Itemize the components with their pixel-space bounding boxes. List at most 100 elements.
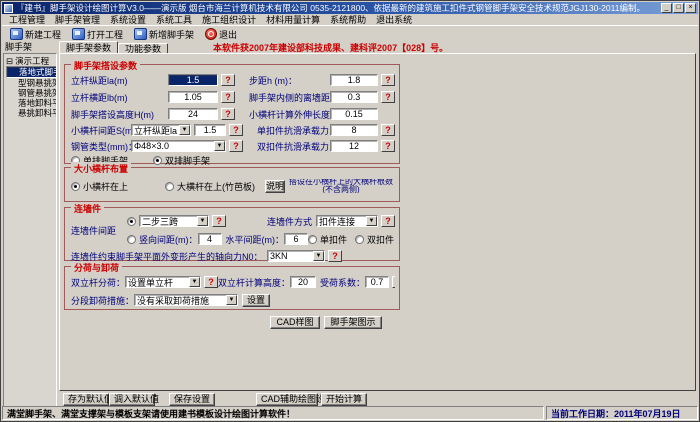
group-bar-arrangement: 大小横杆布置 小横杆在上 大横杆在上(竹芭板) 说明 搭设在小横杆上的大横杆根数… xyxy=(64,162,400,202)
big-bar-count-line2: (不含两侧) xyxy=(322,185,360,194)
step-input[interactable] xyxy=(330,74,378,86)
calc-height-input[interactable] xyxy=(290,276,317,288)
big-bar-top-radio[interactable] xyxy=(165,181,174,191)
new-project-button[interactable]: 新建工程 xyxy=(6,27,65,42)
tie-mode-help-button[interactable]: ? xyxy=(212,215,226,227)
single-clamp-input[interactable] xyxy=(330,124,378,136)
cad-assist-button[interactable]: CAD辅助绘图设计 xyxy=(256,393,334,406)
chevron-down-icon[interactable]: ▼ xyxy=(366,216,377,226)
unload-measure-select[interactable]: 没有采取卸荷措施 ▼ xyxy=(134,294,239,306)
add-scaffold-label: 新增脚手架 xyxy=(149,29,195,40)
double-row-radio[interactable] xyxy=(153,155,162,165)
group-unload-title: 分荷与卸荷 xyxy=(71,261,123,274)
unload-set-button[interactable]: 设置 xyxy=(242,293,271,307)
pipe-type-help-button[interactable]: ? xyxy=(229,140,243,152)
chevron-down-icon[interactable]: ▼ xyxy=(197,216,208,226)
exit-button[interactable]: 退出 xyxy=(201,27,241,42)
scaffold-diagram-button[interactable]: 脚手架图示 xyxy=(324,316,382,329)
tree-item-steel-cantilever[interactable]: 型钢悬挑架 xyxy=(6,78,56,88)
step-help-button[interactable]: ? xyxy=(381,74,395,86)
double-clamp-input[interactable] xyxy=(330,140,378,152)
load-factor-input[interactable] xyxy=(365,276,390,288)
open-project-button[interactable]: 打开工程 xyxy=(68,27,127,42)
exit-icon xyxy=(205,28,218,40)
tree-item-pipe-cantilever[interactable]: 钢管悬挑架 xyxy=(6,88,56,98)
axial-force-help-button[interactable]: ? xyxy=(328,250,342,262)
small-bar-help-button[interactable]: ? xyxy=(229,124,243,136)
tree-item-floor-scaffold[interactable]: 落地式脚手架 xyxy=(6,66,56,78)
double-pole-share-select[interactable]: 设置单立杆 ▼ xyxy=(125,276,202,288)
save-default-button[interactable]: 存为默认值 xyxy=(63,393,113,406)
pipe-type-select[interactable]: Φ48×3.0 ▼ xyxy=(131,140,226,152)
group-unload: 分荷与卸荷 双立杆分荷： 设置单立杆 ▼ ? 双立杆计算高度： 受荷系数： ? … xyxy=(64,261,400,310)
a1-label: 小横杆计算外伸长度a1(m)： xyxy=(249,109,330,120)
wall-distance-help-button[interactable]: ? xyxy=(381,91,395,103)
new-project-label: 新建工程 xyxy=(25,29,62,40)
explain-button[interactable]: 说明 xyxy=(265,179,286,193)
tie-mode-value: 二步三跨 xyxy=(142,216,179,227)
tree-item-floor-platform[interactable]: 落地卸料平台 xyxy=(6,98,56,108)
add-scaffold-icon xyxy=(134,28,148,40)
height-label: 脚手架搭设高度H(m) xyxy=(71,109,154,120)
chevron-down-icon[interactable]: ▼ xyxy=(313,251,324,261)
save-settings-button[interactable]: 保存设置 xyxy=(169,393,215,406)
double-row-label: 双排脚手架 xyxy=(165,155,211,166)
chevron-down-icon[interactable]: ▼ xyxy=(226,295,238,305)
la-input[interactable] xyxy=(168,74,218,86)
tie-mode-select[interactable]: 二步三跨 ▼ xyxy=(139,215,209,227)
horizontal-spacing-input[interactable] xyxy=(284,233,308,245)
open-project-icon xyxy=(72,28,86,40)
small-bar-top-label: 小横杆在上 xyxy=(83,181,129,192)
tree-expand-icon[interactable]: ⊟ xyxy=(6,56,13,67)
tie-method-select[interactable]: 扣件连接 ▼ xyxy=(316,215,378,227)
open-project-label: 打开工程 xyxy=(87,29,124,40)
chevron-down-icon[interactable]: ▼ xyxy=(189,277,201,287)
minimize-button[interactable]: _ xyxy=(661,3,672,13)
small-bar-spacing-select[interactable]: 立杆纵距la ▼ xyxy=(131,124,191,136)
step-label: 步距h (m)： xyxy=(249,75,297,86)
double-clamp-radio[interactable] xyxy=(355,234,365,244)
wall-distance-input[interactable] xyxy=(330,91,378,103)
tree-root[interactable]: ⊟ 演示工程 xyxy=(6,56,56,67)
big-bar-count-label: 搭设在小横杆上的大横杆根数 (不含两侧) xyxy=(289,179,393,193)
load-factor-label: 受荷系数： xyxy=(320,277,366,288)
chevron-down-icon[interactable]: ▼ xyxy=(214,141,225,151)
vertical-spacing-input[interactable] xyxy=(197,233,222,245)
new-project-icon xyxy=(10,28,23,40)
height-help-button[interactable]: ? xyxy=(221,108,235,120)
group-wall-title: 连墙件 xyxy=(71,202,105,215)
load-factor-help-button[interactable]: ? xyxy=(392,276,395,288)
close-button[interactable]: × xyxy=(685,3,696,13)
small-bar-spacing-input[interactable] xyxy=(194,124,226,136)
group-wall-tie: 连墙件 连墙件间距 二步三跨 ▼ ? 连墙件方式 扣件连接 ▼ ? 竖向间距(m… xyxy=(64,202,400,262)
big-bar-top-label: 大横杆在上(竹芭板) xyxy=(177,181,255,192)
double-clamp-help-button[interactable]: ? xyxy=(381,140,395,152)
single-clamp-option-label: 单扣件 xyxy=(320,234,348,245)
pipe-type-value: Φ48×3.0 xyxy=(134,141,169,151)
cad-sample-button[interactable]: CAD样图 xyxy=(270,316,320,329)
small-bar-top-radio[interactable] xyxy=(71,181,80,191)
single-clamp-radio[interactable] xyxy=(308,234,317,244)
project-tree: ⊟ 演示工程 落地式脚手架 型钢悬挑架 钢管悬挑架 落地卸料平台 悬挑卸料平台 xyxy=(3,53,57,407)
tie-custom-radio[interactable] xyxy=(127,234,136,244)
start-calc-button[interactable]: 开始计算 xyxy=(321,393,367,406)
la-help-button[interactable]: ? xyxy=(221,74,235,86)
group-setup-params: 脚手架搭设参数 立杆纵距la(m) ? 步距h (m)： ? 立杆横距lb(m)… xyxy=(64,59,400,166)
load-default-button[interactable]: 调入默认值 xyxy=(109,393,159,406)
a1-input[interactable] xyxy=(330,108,378,120)
lb-label: 立杆横距lb(m) xyxy=(71,92,128,103)
axial-force-select[interactable]: 3KN ▼ xyxy=(267,250,325,262)
single-clamp-help-button[interactable]: ? xyxy=(381,124,395,136)
height-input[interactable] xyxy=(168,108,218,120)
lb-input[interactable] xyxy=(168,91,218,103)
tie-method-help-button[interactable]: ? xyxy=(381,215,395,227)
lb-help-button[interactable]: ? xyxy=(221,91,235,103)
tree-item-cantilever-platform[interactable]: 悬挑卸料平台 xyxy=(6,108,56,118)
tie-mode-step-radio[interactable] xyxy=(127,216,136,226)
chevron-down-icon[interactable]: ▼ xyxy=(179,125,190,135)
small-bar-spacing-label: 小横杆间距S(m) xyxy=(71,125,131,136)
maximize-button[interactable]: □ xyxy=(673,3,684,13)
add-scaffold-button[interactable]: 新增脚手架 xyxy=(130,27,198,42)
la-label: 立杆纵距la(m) xyxy=(71,75,128,86)
double-pole-help-button[interactable]: ? xyxy=(204,276,219,288)
